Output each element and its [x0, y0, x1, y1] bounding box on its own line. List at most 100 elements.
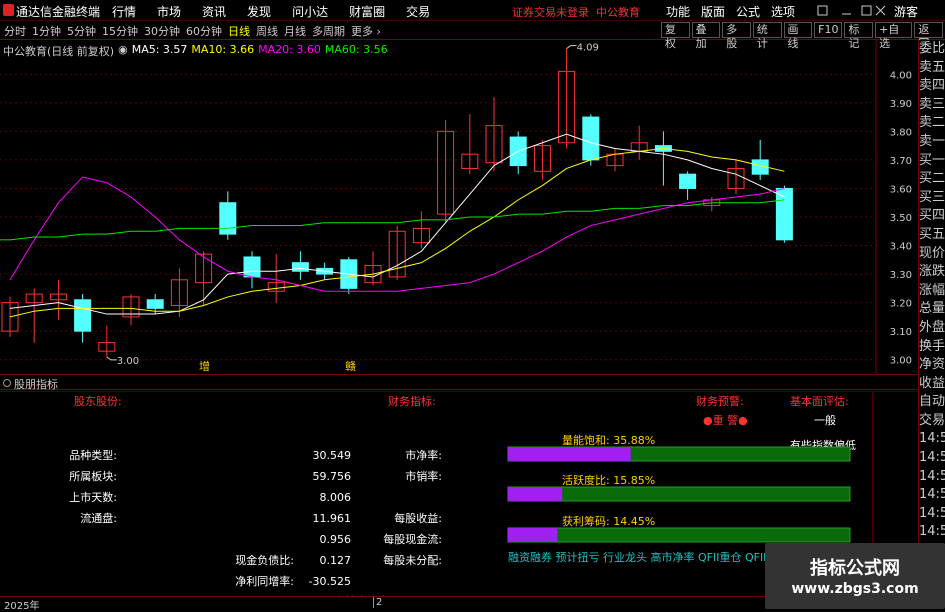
finance-label-2: 每股收益:	[394, 511, 442, 525]
period-2[interactable]: 5分钟	[67, 23, 96, 39]
watermark-title: 指标公式网	[810, 558, 900, 579]
quote-field-14: 总量	[919, 301, 945, 317]
guest-label[interactable]: 游客	[894, 3, 918, 20]
quote-field-25: 14:56	[919, 505, 945, 521]
maximize-icon	[861, 5, 872, 16]
period-1[interactable]: 1分钟	[32, 23, 61, 39]
period-8[interactable]: 月线	[284, 23, 306, 39]
menu-item-discover[interactable]: 发现	[247, 3, 271, 20]
section-finance: 财务指标:	[388, 394, 436, 408]
toolbar-button-2[interactable]: 多股	[722, 22, 751, 50]
menu-formula[interactable]: 公式	[736, 3, 760, 20]
toolbar-button-3[interactable]: 统计	[752, 22, 782, 50]
quote-field-26: 14:56	[919, 524, 945, 540]
watermark-badge: 指标公式网 www.zbgs3.com	[765, 543, 945, 609]
low-marker	[106, 356, 117, 361]
holder-value-5: 0.127	[320, 554, 352, 567]
y-tick-label: 3.60	[890, 184, 912, 195]
period-marker: 2	[373, 597, 382, 608]
holder-label-0: 品种类型:	[69, 448, 117, 462]
holder-value-1: 59.756	[313, 470, 352, 483]
quote-field-19: 自动	[919, 394, 945, 410]
quote-field-1: 卖五	[919, 59, 945, 75]
stock-title: 中公教育(日线 前复权)	[3, 45, 115, 58]
menu-item-news[interactable]: 资讯	[202, 3, 226, 20]
toolbar-button-6[interactable]: 标记	[844, 22, 874, 50]
menu-item-wealth[interactable]: 财富圈	[349, 3, 385, 20]
quote-field-3: 卖三	[919, 96, 945, 112]
low-label: 3.00	[117, 356, 139, 367]
period-3[interactable]: 15分钟	[102, 23, 138, 39]
menu-options[interactable]: 选项	[771, 3, 795, 20]
holder-label-2: 上市天数:	[69, 490, 117, 504]
toolbar-button-1[interactable]: 叠加	[691, 22, 721, 50]
finance-label-4: 每股未分配:	[383, 553, 442, 567]
y-tick-label: 3.90	[890, 99, 912, 110]
finance-label-3: 每股现金流:	[383, 532, 442, 546]
section-evaluation: 基本面评估:	[790, 394, 849, 408]
holder-label-1: 所属板块:	[69, 469, 117, 483]
candle-body	[219, 202, 237, 235]
holder-value-6: -30.525	[309, 575, 351, 588]
menu-item-market[interactable]: 行情	[112, 3, 136, 20]
main-menu: 行情 市场 资讯 发现 问小达 财富圈 交易	[112, 3, 451, 20]
menu-item-trade[interactable]: 交易	[406, 3, 430, 20]
period-6[interactable]: 日线	[228, 23, 250, 39]
candle-body	[679, 173, 697, 189]
restore-icon	[817, 5, 828, 16]
indicator-header[interactable]: 股朋指标	[0, 374, 918, 391]
candle-body	[775, 187, 793, 241]
y-tick-label: 3.10	[890, 327, 912, 338]
holder-value-3: 11.961	[313, 512, 352, 525]
quote-field-15: 外盘	[919, 319, 945, 335]
quote-field-12: 涨跌	[919, 264, 945, 280]
legend-ma60: MA60: 3.56	[324, 43, 388, 56]
bar-label-0: 量能饱和: 35.88%	[562, 433, 655, 447]
period-4[interactable]: 30分钟	[144, 23, 180, 39]
toolbar-button-4[interactable]: 画线	[783, 22, 813, 50]
period-5[interactable]: 60分钟	[186, 23, 222, 39]
quote-field-22: 14:56	[919, 450, 945, 466]
toolbar-button-7[interactable]: +自选	[875, 22, 913, 50]
period-7[interactable]: 周线	[256, 23, 278, 39]
y-tick-label: 3.70	[890, 156, 912, 167]
quote-field-17: 净资	[919, 357, 945, 373]
legend-toggle-icon[interactable]: ◉	[118, 43, 128, 59]
y-tick-label: 3.80	[890, 127, 912, 138]
menu-function[interactable]: 功能	[666, 3, 690, 20]
stock-tags: 融资融券 预计扭亏 行业龙头 高市净率 QFII重仓 QFII新进 券	[508, 550, 803, 564]
period-0[interactable]: 分时	[4, 23, 26, 39]
candlestick-chart[interactable]: 4.00 3.90 3.80 3.70 3.60 3.50 3.40 3.30 3.20 3.10…	[0, 40, 918, 374]
net-profit-label: 净利同增率:	[235, 574, 294, 588]
menu-item-markets[interactable]: 市场	[157, 3, 181, 20]
period-10[interactable]: 更多 ›	[351, 23, 381, 39]
quote-field-0: 委比	[919, 41, 945, 56]
candle-body	[582, 116, 600, 161]
quote-field-8: 买三	[919, 189, 945, 205]
menu-item-ask[interactable]: 问小达	[292, 3, 328, 20]
app-logo-icon	[3, 4, 14, 16]
legend-ma5: MA5: 3.57	[131, 43, 188, 56]
toolbar-button-0[interactable]: 复权	[661, 22, 690, 50]
toolbar-button-5[interactable]: F10	[814, 22, 843, 38]
close-icon	[875, 5, 886, 16]
y-tick-label: 3.00	[890, 356, 912, 367]
evaluation-value: 一般	[814, 414, 836, 427]
indicator-toggle-icon[interactable]	[3, 379, 11, 387]
finance-label-0: 市净率:	[405, 448, 442, 462]
bar-label-1: 活跃度比: 15.85%	[562, 473, 655, 487]
section-warning: 财务预警:	[696, 394, 744, 408]
candle-body	[146, 299, 164, 309]
menu-layout[interactable]: 版面	[701, 3, 725, 20]
indicator-title: 股朋指标	[14, 378, 58, 391]
legend-ma20: MA20: 3.60	[258, 43, 321, 56]
toolbar-button-8[interactable]: 返回	[914, 22, 943, 50]
period-9[interactable]: 多周期	[312, 23, 345, 39]
title-bar: 通达信金融终端 行情 市场 资讯 发现 问小达 财富圈 交易 证券交易未登录 中…	[0, 0, 945, 21]
quote-field-20: 交易	[919, 412, 945, 428]
finance-label-1: 市销率:	[405, 469, 442, 483]
login-status: 证券交易未登录 中公教育	[512, 6, 640, 19]
quote-field-10: 买五	[919, 226, 945, 242]
high-label: 4.09	[577, 43, 599, 54]
app-name: 通达信金融终端	[16, 5, 101, 19]
